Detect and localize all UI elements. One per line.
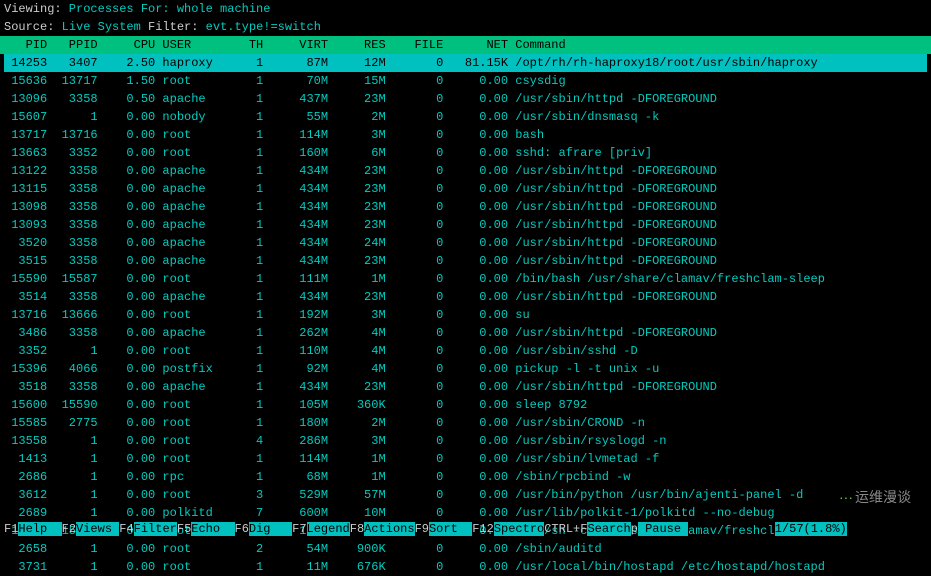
table-row[interactable]: 3515 3358 0.00 apache 1 434M 23M 0 0.00 … (4, 252, 927, 270)
table-row[interactable]: 13716 13666 0.00 root 1 192M 3M 0 0.00 s… (4, 306, 927, 324)
table-row[interactable]: 15590 15587 0.00 root 1 111M 1M 0 0.00 /… (4, 270, 927, 288)
table-row[interactable]: 15607 1 0.00 nobody 1 55M 2M 0 0.00 /usr… (4, 108, 927, 126)
table-row[interactable]: 14253 3407 2.50 haproxy 1 87M 12M 0 81.1… (4, 54, 927, 72)
table-row[interactable]: 3518 3358 0.00 apache 1 434M 23M 0 0.00 … (4, 378, 927, 396)
fkey: F6 (235, 522, 249, 536)
table-row[interactable]: 2686 1 0.00 rpc 1 68M 1M 0 0.00 /sbin/rp… (4, 468, 927, 486)
table-row[interactable]: 3486 3358 0.00 apache 1 262M 4M 0 0.00 /… (4, 324, 927, 342)
fkey: F5 (177, 522, 191, 536)
table-row[interactable]: 3352 1 0.00 root 1 110M 4M 0 0.00 /usr/s… (4, 342, 927, 360)
table-row[interactable]: 15636 13717 1.50 root 1 70M 15M 0 0.00 c… (4, 72, 927, 90)
footer-bar: F1Help F2Views F4FilterF5Echo F6Dig F7Le… (0, 520, 931, 538)
table-row[interactable]: 13558 1 0.00 root 4 286M 3M 0 0.00 /usr/… (4, 432, 927, 450)
fkey: F1 (4, 522, 18, 536)
table-row[interactable]: 1413 1 0.00 root 1 114M 1M 0 0.00 /usr/s… (4, 450, 927, 468)
source-line: Source: Live System Filter: evt.type!=sw… (0, 18, 931, 36)
table-row[interactable]: 13122 3358 0.00 apache 1 434M 23M 0 0.00… (4, 162, 927, 180)
viewing-line: Viewing: Processes For: whole machine (0, 0, 931, 18)
fkey: F7 (292, 522, 306, 536)
table-row[interactable]: 3514 3358 0.00 apache 1 434M 23M 0 0.00 … (4, 288, 927, 306)
fkey-label[interactable]: Dig (249, 522, 292, 536)
table-row[interactable]: 15396 4066 0.00 postfix 1 92M 4M 0 0.00 … (4, 360, 927, 378)
table-header[interactable]: PID PPID CPU USER TH VIRT RES FILE NET C… (0, 36, 931, 54)
viewing-value: Processes For: whole machine (62, 2, 271, 16)
fkey-label[interactable]: Views (76, 522, 119, 536)
footer-status: 1/57(1.8%) (775, 522, 847, 536)
table-row[interactable]: 13717 13716 0.00 root 1 114M 3M 0 0.00 b… (4, 126, 927, 144)
fkey-label[interactable]: Filter (134, 522, 177, 536)
fkey-label[interactable]: Pause (638, 522, 688, 536)
table-row[interactable]: 15600 15590 0.00 root 1 105M 360K 0 0.00… (4, 396, 927, 414)
fkey: F8 (350, 522, 364, 536)
fkey: F4 (119, 522, 133, 536)
fkey: F12 (472, 522, 494, 536)
filter-label: Filter: (148, 20, 198, 34)
table-row[interactable]: 2658 1 0.00 root 2 54M 900K 0 0.00 /sbin… (4, 540, 927, 558)
fkey-label[interactable]: Sort (429, 522, 472, 536)
table-row[interactable]: 13115 3358 0.00 apache 1 434M 23M 0 0.00… (4, 180, 927, 198)
fkey: CTRL+F (544, 522, 587, 536)
table-row[interactable]: 13093 3358 0.00 apache 1 434M 23M 0 0.00… (4, 216, 927, 234)
fkey-label[interactable]: Help (18, 522, 61, 536)
fkey-label[interactable]: Legend (307, 522, 350, 536)
table-row[interactable]: 3731 1 0.00 root 1 11M 676K 0 0.00 /usr/… (4, 558, 927, 576)
fkey-label[interactable]: Actions (364, 522, 414, 536)
source-value: Live System (54, 20, 148, 34)
table-row[interactable]: 13098 3358 0.00 apache 1 434M 23M 0 0.00… (4, 198, 927, 216)
fkey-label[interactable]: Spectro (494, 522, 544, 536)
source-label: Source: (4, 20, 54, 34)
table-row[interactable]: 15585 2775 0.00 root 1 180M 2M 0 0.00 /u… (4, 414, 927, 432)
process-table[interactable]: 14253 3407 2.50 haproxy 1 87M 12M 0 81.1… (0, 54, 931, 576)
fkey: F2 (62, 522, 76, 536)
watermark-text: 运维漫谈 (839, 487, 911, 508)
table-row[interactable]: 3520 3358 0.00 apache 1 434M 24M 0 0.00 … (4, 234, 927, 252)
table-row[interactable]: 13096 3358 0.50 apache 1 437M 23M 0 0.00… (4, 90, 927, 108)
fkey-label[interactable]: Echo (191, 522, 234, 536)
fkey-label[interactable]: Search (587, 522, 630, 536)
table-row[interactable]: 3612 1 0.00 root 3 529M 57M 0 0.00 /usr/… (4, 486, 927, 504)
viewing-label: Viewing: (4, 2, 62, 16)
table-row[interactable]: 13663 3352 0.00 root 1 160M 6M 0 0.00 ss… (4, 144, 927, 162)
fkey: p (631, 522, 638, 536)
filter-value: evt.type!=switch (198, 20, 320, 34)
fkey: F9 (415, 522, 429, 536)
